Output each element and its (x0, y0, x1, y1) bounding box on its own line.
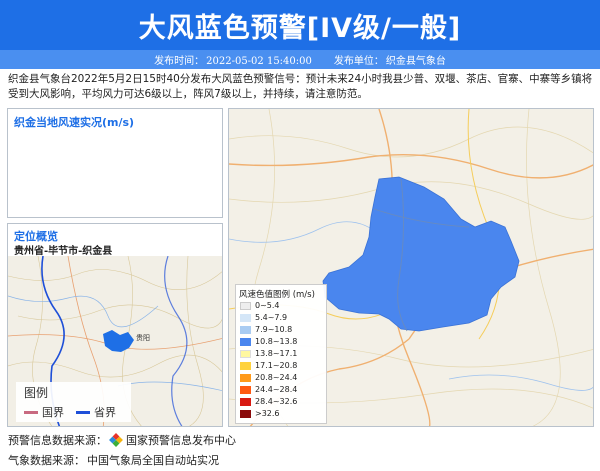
legend-swatch (240, 397, 251, 406)
wind-speed-panel: 织金当地风速实况(m/s) (7, 108, 223, 218)
legend-swatch (240, 385, 251, 394)
source1-value[interactable]: 国家预警信息发布中心 (126, 432, 236, 448)
legend-province-border: 省界 (76, 404, 116, 420)
main-map-panel: 风速色值图例 (m/s) 0~5.4 5.4~7.9 7.9~10.8 10.8… (228, 108, 594, 427)
warning-description: 织金县气象台2022年5月2日15时40分发布大风蓝色预警信号：预计未来24小时… (8, 73, 593, 100)
publish-time-label: 发布时间： (154, 56, 205, 67)
footer-source-weather: 气象数据来源： 中国气象局全国自动站实况 (8, 452, 219, 468)
publish-time: 发布时间： 2022-05-02 15:40:00 (154, 52, 312, 67)
national-warning-logo-icon (108, 432, 124, 448)
meta-bar: 发布时间： 2022-05-02 15:40:00 发布单位： 织金县气象台 (0, 50, 600, 69)
location-map-legend: 图例 国界 省界 (16, 382, 131, 422)
national-border-swatch (24, 410, 38, 414)
publisher-value: 织金县气象台 (385, 56, 446, 67)
legend-label: 20.8~24.4 (255, 373, 298, 382)
publisher-label: 发布单位： (333, 56, 384, 67)
source2-label: 气象数据来源： (8, 454, 85, 467)
wind-speed-legend: 风速色值图例 (m/s) 0~5.4 5.4~7.9 7.9~10.8 10.8… (235, 284, 327, 424)
wind-panel-title: 织金当地风速实况(m/s) (14, 116, 135, 129)
wind-legend-title: 风速色值图例 (m/s) (239, 290, 315, 300)
title-banner: 大风蓝色预警[IV级/一般] (0, 0, 600, 50)
publisher: 发布单位： 织金县气象台 (334, 52, 446, 67)
legend-label: >32.6 (255, 409, 280, 418)
legend-label: 24.4~28.4 (255, 385, 298, 394)
legend-swatch (240, 349, 251, 358)
footer-source-warning: 预警信息数据来源： 国家预警信息发布中心 (8, 432, 236, 448)
source1-label: 预警信息数据来源： (8, 434, 107, 447)
location-legend-title: 图例 (24, 386, 49, 400)
legend-row: >32.6 (240, 409, 280, 418)
legend-national-border: 国界 (24, 404, 64, 420)
legend-label: 7.9~10.8 (255, 325, 293, 334)
svg-text:贵阳: 贵阳 (136, 333, 150, 342)
legend-swatch (240, 325, 251, 334)
source2-value: 中国气象局全国自动站实况 (87, 454, 219, 467)
legend-swatch (240, 313, 251, 322)
legend-swatch (240, 361, 251, 370)
legend-row: 28.4~32.6 (240, 397, 297, 406)
legend-label: 0~5.4 (255, 301, 280, 310)
location-panel: 定位概览 贵州省-毕节市-织金县 贵阳 图例 国界 省界 (7, 223, 223, 427)
province-border-swatch (76, 410, 90, 414)
legend-label: 13.8~17.1 (255, 349, 298, 358)
page-title: 大风蓝色预警[IV级/一般] (138, 12, 462, 44)
location-path: 贵州省-毕节市-织金县 (14, 246, 113, 257)
legend-row: 20.8~24.4 (240, 373, 297, 382)
legend-swatch (240, 301, 251, 310)
legend-label: 5.4~7.9 (255, 313, 288, 322)
legend-swatch (240, 373, 251, 382)
legend-row: 0~5.4 (240, 301, 280, 310)
legend-label: 28.4~32.6 (255, 397, 298, 406)
legend-swatch (240, 409, 251, 418)
legend-row: 17.1~20.8 (240, 361, 297, 370)
legend-swatch (240, 337, 251, 346)
legend-label: 17.1~20.8 (255, 361, 298, 370)
legend-row: 10.8~13.8 (240, 337, 297, 346)
national-border-label: 国界 (42, 406, 64, 419)
legend-row: 7.9~10.8 (240, 325, 292, 334)
legend-label: 10.8~13.8 (255, 337, 298, 346)
legend-row: 24.4~28.4 (240, 385, 297, 394)
legend-row: 13.8~17.1 (240, 349, 297, 358)
publish-time-value: 2022-05-02 15:40:00 (206, 56, 312, 67)
legend-row: 5.4~7.9 (240, 313, 287, 322)
province-border-label: 省界 (94, 406, 116, 419)
